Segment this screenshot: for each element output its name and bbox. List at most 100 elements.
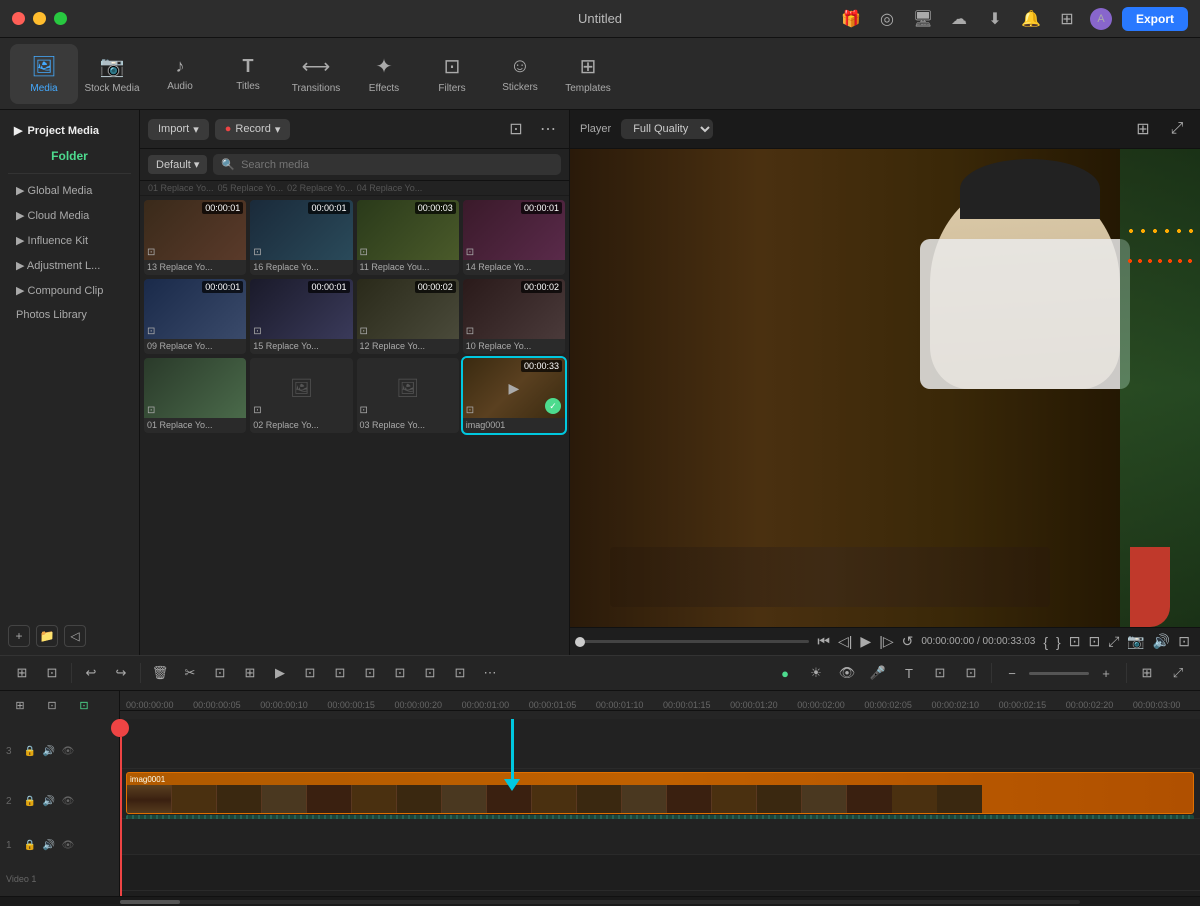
close-button[interactable] [12,12,25,25]
sidebar-item-global-media[interactable]: ▶ Global Media [0,178,139,203]
list-item[interactable]: 🖼 ⊡ 02 Replace Yo... [250,358,352,433]
list-item[interactable]: 00:00:01 ⊡ 16 Replace Yo... [250,200,352,275]
green-dot-icon[interactable]: ● [771,659,799,687]
search-box[interactable]: 🔍 [213,154,561,175]
eye-icon[interactable]: 👁 [833,659,861,687]
toolbar-stock-media[interactable]: 📷 Stock Media [78,44,146,104]
timeline-add-track[interactable]: ⊞ [6,691,34,719]
import-button[interactable]: Import ▾ [148,119,209,140]
track-audio-icon[interactable]: 🔊 [41,744,57,760]
record-button[interactable]: ● Record ▾ [215,119,291,140]
settings-icon[interactable]: ⊡ [1178,633,1190,650]
sidebar-item-adjustment[interactable]: ▶ Adjustment L... [0,253,139,278]
sort-button[interactable]: Default ▾ [148,155,207,174]
volume-icon[interactable]: 🔊 [1153,633,1170,650]
sidebar-folder[interactable]: Folder [0,143,139,169]
toolbar-templates[interactable]: ⊞ Templates [554,44,622,104]
player-progress-handle[interactable] [575,637,585,647]
auto-button[interactable]: ⊡ [957,659,985,687]
list-item[interactable]: 00:00:01 ⊡ 09 Replace Yo... [144,279,246,354]
in-point-icon[interactable]: { [1043,634,1048,650]
crop-button[interactable]: ⊡ [206,659,234,687]
color-correct[interactable]: ⊡ [386,659,414,687]
project-media-header[interactable]: ▶ Project Media [0,118,139,143]
list-item[interactable]: 🖼 ⊡ 03 Replace Yo... [357,358,459,433]
fullscreen-player-icon[interactable]: ⤢ [1108,633,1119,650]
sidebar-folder-button[interactable]: 📁 [36,625,58,647]
toolbar-effects[interactable]: ✦ Effects [350,44,418,104]
grid-view-icon[interactable]: ⊞ [1130,116,1156,142]
timeline-scrollbar-thumb[interactable] [120,900,180,904]
blade-tool[interactable]: ⊞ [8,659,36,687]
filter-icon[interactable]: ⊡ [503,116,529,142]
redo-button[interactable]: ↪ [107,659,135,687]
track-lock-icon[interactable]: 🔒 [22,837,38,853]
monitor-icon[interactable]: 🖥 [910,6,936,32]
transform-button[interactable]: ⊡ [296,659,324,687]
player-progress-bar[interactable] [580,640,809,643]
delete-button[interactable]: 🗑 [146,659,174,687]
undo-button[interactable]: ↩ [77,659,105,687]
avatar[interactable]: A [1090,8,1112,30]
expand-icon[interactable]: ⤢ [1164,659,1192,687]
track-visible-icon[interactable]: 👁 [60,794,76,810]
overwrite-icon[interactable]: ⊡ [1088,633,1100,650]
list-item[interactable]: ▶ 00:00:33 ⊡ ✓ imag0001 [463,358,565,433]
list-item[interactable]: 00:00:01 ⊡ 15 Replace Yo... [250,279,352,354]
list-item[interactable]: 00:00:02 ⊡ 10 Replace Yo... [463,279,565,354]
toolbar-transitions[interactable]: ⟷ Transitions [282,44,350,104]
timeline-clip-video[interactable]: imag0001 [126,772,1194,814]
maximize-button[interactable] [54,12,67,25]
select-tool[interactable]: ⊡ [38,659,66,687]
sidebar-item-cloud-media[interactable]: ▶ Cloud Media [0,203,139,228]
trim-button[interactable]: ⊞ [236,659,264,687]
keyframe-button[interactable]: ⊡ [446,659,474,687]
snapshot-icon[interactable]: 📷 [1127,633,1144,650]
list-item[interactable]: 00:00:03 ⊡ 11 Replace You... [357,200,459,275]
search-input[interactable] [241,159,553,171]
track-visible-icon[interactable]: 👁 [60,744,76,760]
track-visible-icon[interactable]: 👁 [60,837,76,853]
cloud-icon[interactable]: ☁ [946,6,972,32]
toolbar-stickers[interactable]: ☺ Stickers [486,44,554,104]
out-point-icon[interactable]: } [1056,634,1061,650]
sun-icon[interactable]: ☀ [802,659,830,687]
skip-back-icon[interactable]: ⏮ [817,633,830,650]
sidebar-item-photos-library[interactable]: Photos Library [0,303,139,327]
grid-layout-icon[interactable]: ⊞ [1133,659,1161,687]
mic-icon[interactable]: 🎤 [864,659,892,687]
list-item[interactable]: 00:00:01 ⊡ 13 Replace Yo... [144,200,246,275]
list-item[interactable]: 00:00:02 ⊡ 12 Replace Yo... [357,279,459,354]
tracks-container[interactable]: imag0001 [120,719,1200,896]
bell-icon[interactable]: 🔔 [1018,6,1044,32]
audio-adjust[interactable]: ⊡ [356,659,384,687]
split-button[interactable]: ▶ [266,659,294,687]
track-audio-icon[interactable]: 🔊 [41,837,57,853]
sidebar-add-button[interactable]: + [8,625,30,647]
share-icon[interactable]: ◎ [874,6,900,32]
stabilize-button[interactable]: ⊡ [416,659,444,687]
import-clip[interactable]: ⊡ [926,659,954,687]
play-button[interactable]: ▶ [860,633,871,650]
cut-button[interactable]: ✂ [176,659,204,687]
list-item[interactable]: 00:00:01 ⊡ 14 Replace Yo... [463,200,565,275]
toolbar-media[interactable]: 🖼 Media [10,44,78,104]
apps-icon[interactable]: ⊞ [1054,6,1080,32]
export-button[interactable]: Export [1122,7,1188,31]
sidebar-item-influence-kit[interactable]: ▶ Influence Kit [0,228,139,253]
sidebar-hide-button[interactable]: ◁ [64,625,86,647]
more-tools-icon[interactable]: ⋯ [476,659,504,687]
gift-icon[interactable]: 🎁 [838,6,864,32]
toolbar-audio[interactable]: ♪ Audio [146,44,214,104]
toolbar-titles[interactable]: T Titles [214,44,282,104]
sidebar-item-compound-clip[interactable]: ▶ Compound Clip [0,278,139,303]
zoom-slider[interactable] [1029,672,1089,675]
quality-select[interactable]: Full Quality1/21/4 [621,119,713,139]
speed-button[interactable]: ⊡ [326,659,354,687]
zoom-out-button[interactable]: − [998,659,1026,687]
step-back-icon[interactable]: ◁| [838,633,852,650]
toolbar-filters[interactable]: ⊡ Filters [418,44,486,104]
loop-icon[interactable]: ↺ [902,633,914,650]
step-forward-icon[interactable]: |▷ [879,633,893,650]
more-options-icon[interactable]: ⋯ [535,116,561,142]
